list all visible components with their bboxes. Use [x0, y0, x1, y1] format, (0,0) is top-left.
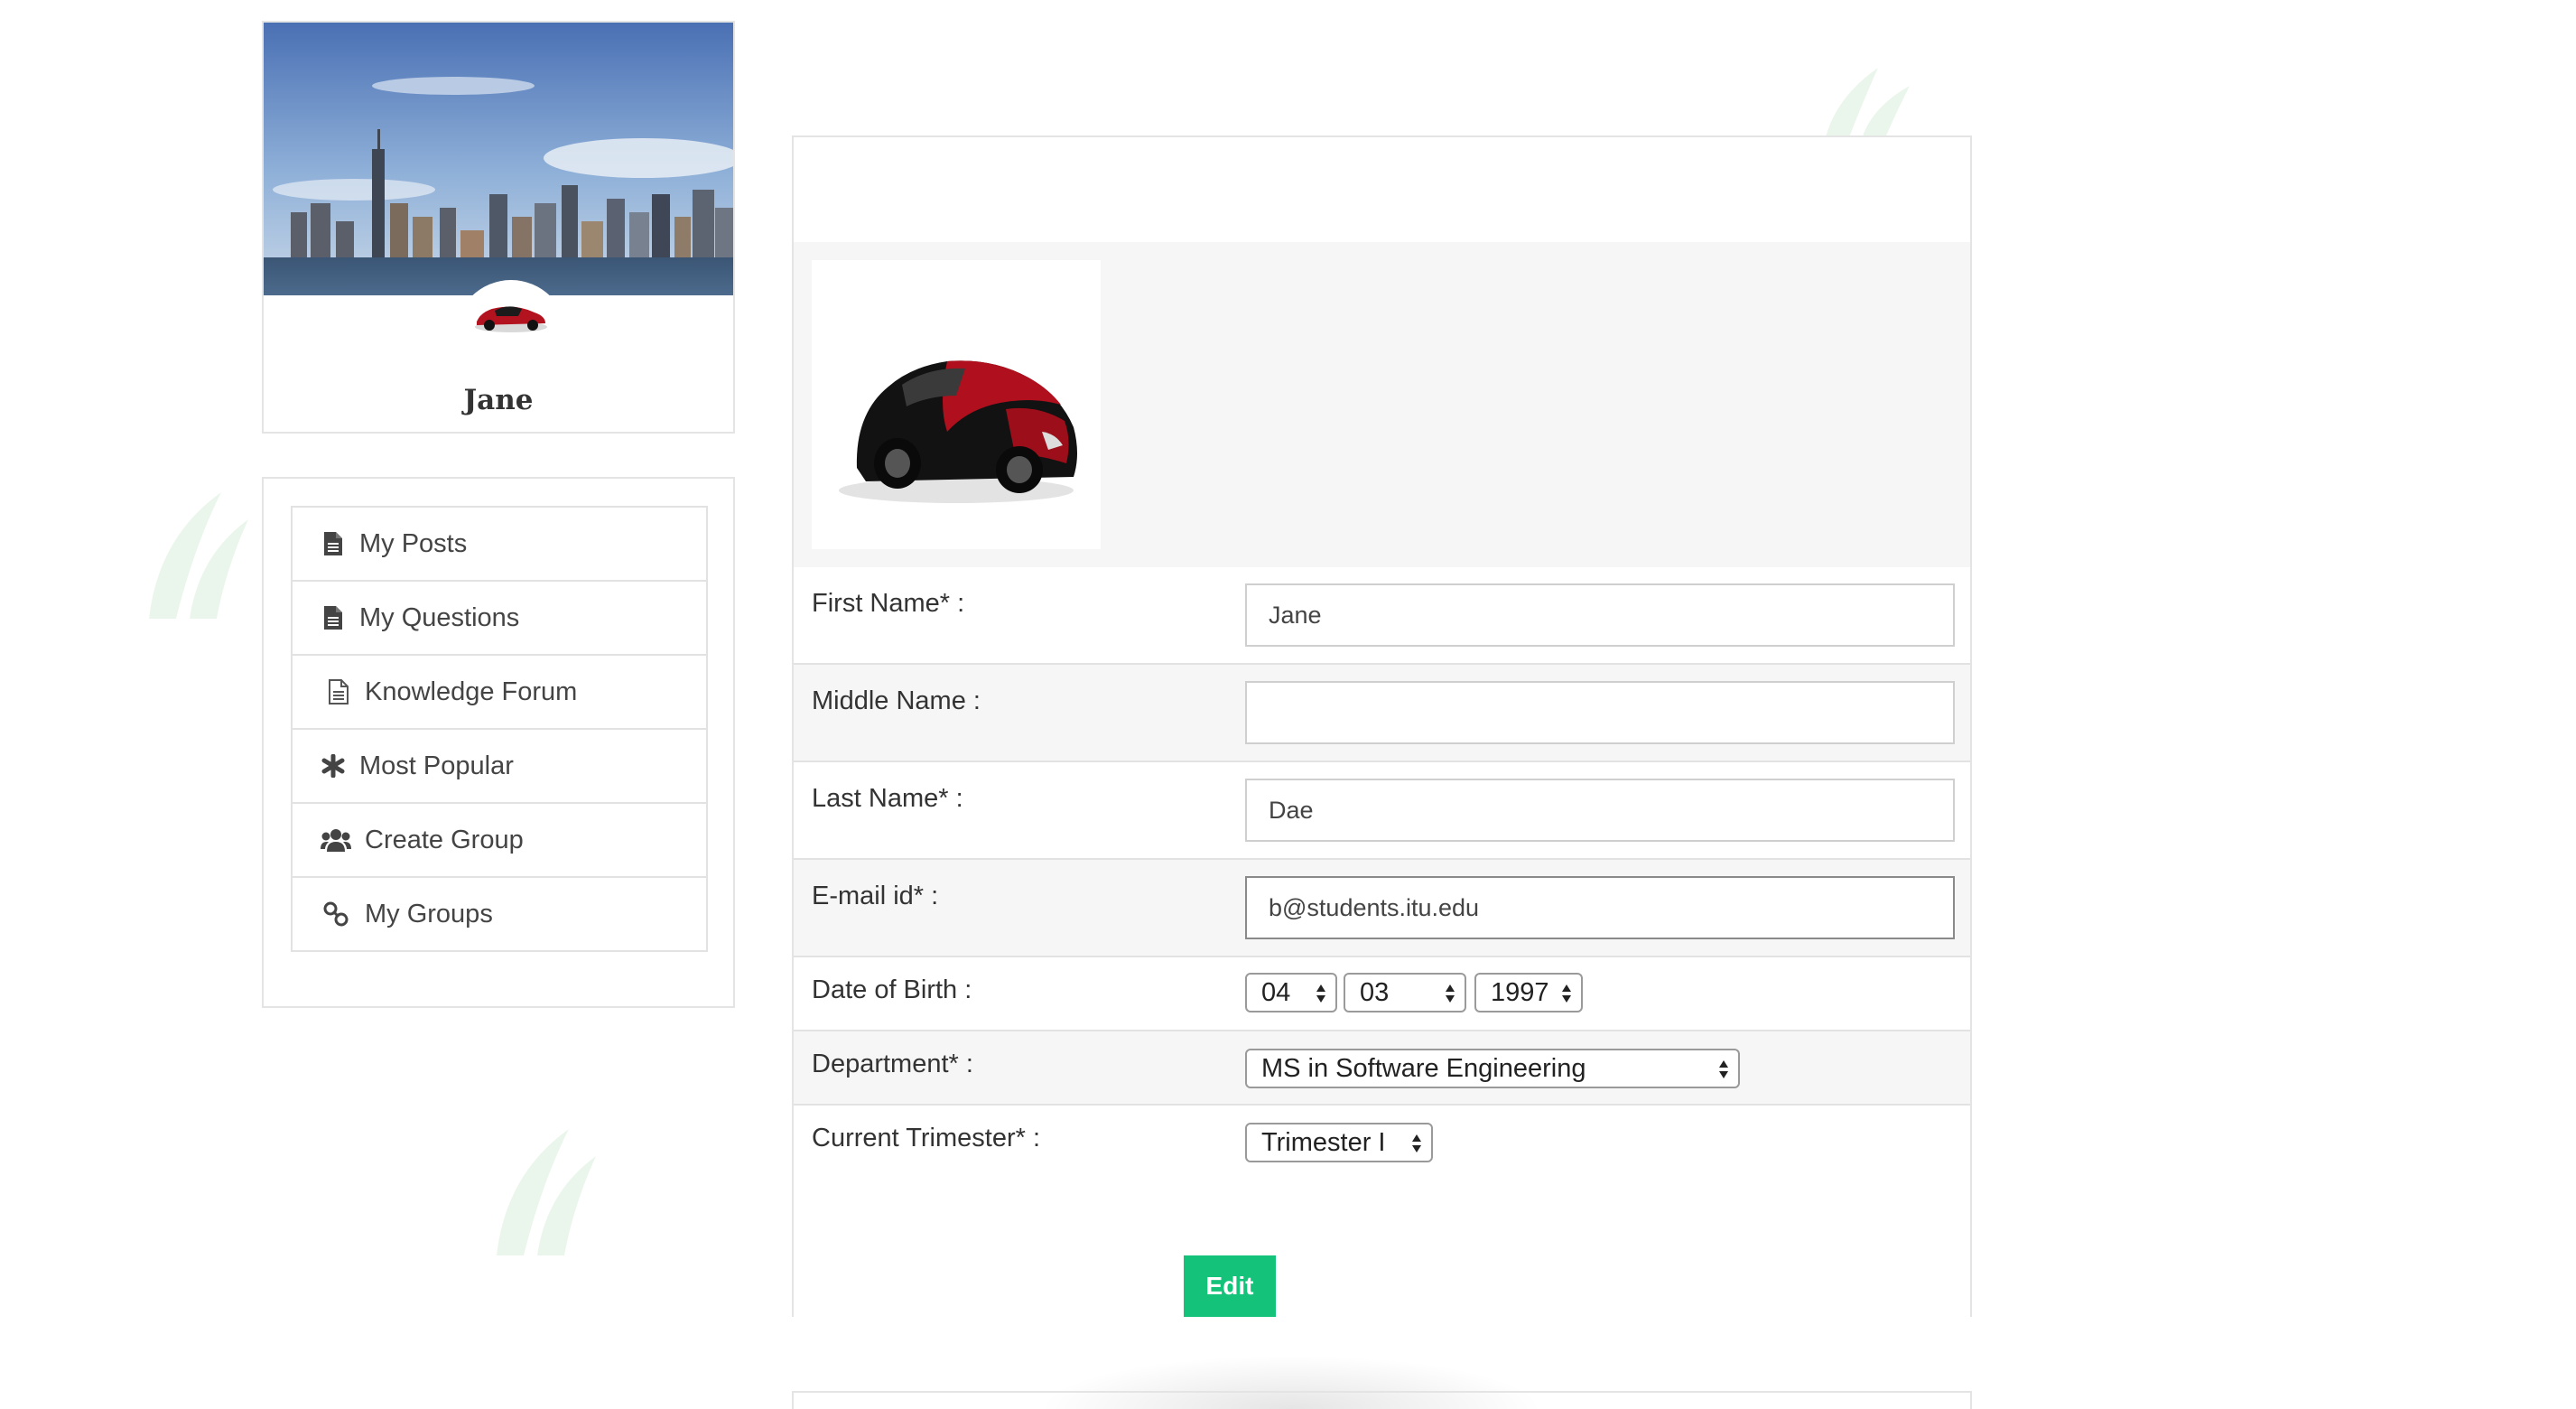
last-name-label: Last Name* :	[812, 784, 963, 813]
cover-photo	[264, 23, 733, 295]
document-outline-icon	[325, 678, 352, 705]
select-arrows-icon	[1562, 984, 1571, 1003]
select-arrows-icon	[1316, 984, 1325, 1003]
nav-item-my-posts[interactable]: My Posts	[291, 506, 708, 582]
asterisk-icon	[320, 752, 347, 779]
trimester-select[interactable]: Trimester I	[1245, 1123, 1433, 1162]
photo-row	[794, 242, 1970, 569]
nav-item-my-groups[interactable]: My Groups	[291, 876, 708, 952]
dob-year-select[interactable]: 1997	[1474, 973, 1583, 1012]
dob-day-value: 04	[1261, 978, 1291, 1007]
profile-name: Jane	[463, 384, 534, 416]
email-label: E-mail id* :	[812, 882, 939, 910]
nav-list: My Posts My Questions Knowledge Forum Mo…	[291, 506, 708, 952]
first-name-row: First Name* : Jane	[794, 567, 1970, 665]
nav-item-label: Most Popular	[359, 751, 514, 780]
select-arrows-icon	[1412, 1134, 1421, 1152]
email-input[interactable]: b@students.itu.edu	[1245, 876, 1955, 939]
middle-name-label: Middle Name :	[812, 686, 981, 715]
middle-name-row: Middle Name :	[794, 665, 1970, 762]
nav-item-label: Create Group	[365, 825, 524, 854]
first-name-input[interactable]: Jane	[1245, 583, 1955, 647]
navigation-card: My Posts My Questions Knowledge Forum Mo…	[262, 477, 735, 1008]
select-arrows-icon	[1446, 984, 1455, 1003]
nav-item-most-popular[interactable]: Most Popular	[291, 728, 708, 804]
nav-item-label: My Posts	[359, 528, 468, 558]
nav-item-label: My Groups	[365, 899, 493, 928]
profile-card: Jane	[262, 21, 735, 434]
dob-month-value: 03	[1360, 978, 1390, 1007]
profile-photo[interactable]	[812, 260, 1101, 549]
nav-item-knowledge-forum[interactable]: Knowledge Forum	[291, 654, 708, 730]
email-row: E-mail id* : b@students.itu.edu	[794, 860, 1970, 957]
nav-item-label: My Questions	[359, 602, 520, 632]
trimester-row: Current Trimester* : Trimester I	[794, 1106, 1970, 1317]
dob-day-select[interactable]: 04	[1245, 973, 1337, 1012]
dob-month-select[interactable]: 03	[1344, 973, 1466, 1012]
select-arrows-icon	[1719, 1060, 1728, 1078]
department-row: Department* : MS in Software Engineering	[794, 1031, 1970, 1106]
nav-item-create-group[interactable]: Create Group	[291, 802, 708, 878]
middle-name-input[interactable]	[1245, 681, 1955, 744]
department-label: Department* :	[812, 1050, 973, 1078]
dob-year-value: 1997	[1491, 978, 1549, 1007]
date-of-birth-label: Date of Birth :	[812, 975, 972, 1004]
first-name-label: First Name* :	[812, 589, 965, 618]
background-leaf-decoration	[497, 1129, 596, 1255]
department-select[interactable]: MS in Software Engineering	[1245, 1049, 1740, 1088]
date-of-birth-row: Date of Birth : 04 03 1997	[794, 957, 1970, 1031]
edit-button[interactable]: Edit	[1184, 1255, 1276, 1317]
trimester-label: Current Trimester* :	[812, 1124, 1040, 1152]
panel-header	[794, 137, 1970, 244]
background-leaf-decoration	[1824, 68, 1910, 145]
last-name-row: Last Name* : Dae	[794, 762, 1970, 860]
next-panel-edge	[792, 1391, 1972, 1409]
document-icon	[320, 530, 347, 557]
users-icon	[320, 826, 352, 854]
document-icon	[320, 604, 347, 631]
trimester-value: Trimester I	[1261, 1128, 1386, 1157]
department-value: MS in Software Engineering	[1261, 1054, 1586, 1083]
nav-item-label: Knowledge Forum	[365, 677, 578, 706]
link-icon	[320, 900, 352, 928]
nav-item-my-questions[interactable]: My Questions	[291, 580, 708, 656]
profile-edit-panel: First Name* : Jane Middle Name : Last Na…	[792, 135, 1972, 1317]
last-name-input[interactable]: Dae	[1245, 779, 1955, 842]
background-leaf-decoration	[149, 492, 248, 619]
